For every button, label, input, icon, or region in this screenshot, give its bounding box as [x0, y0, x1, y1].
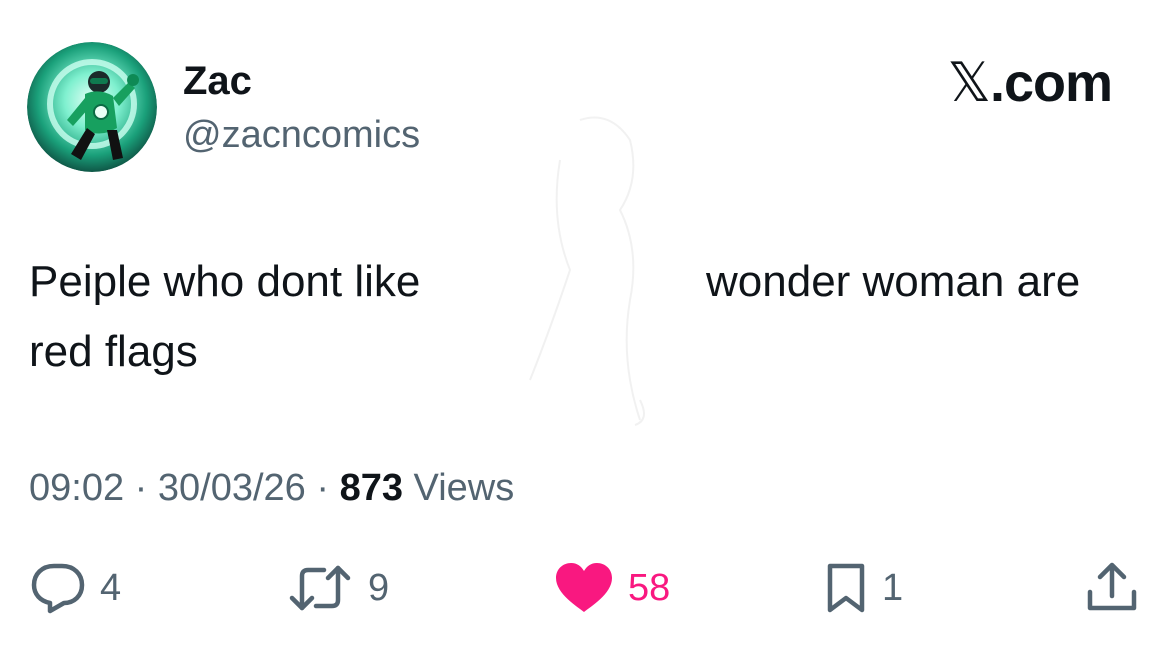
bookmark-button[interactable]: 1 — [824, 562, 903, 614]
brand-logo: 𝕏.com — [947, 51, 1113, 114]
avatar-image — [27, 42, 157, 172]
x-logo-icon: 𝕏 — [947, 51, 991, 114]
bookmark-icon — [827, 563, 865, 613]
like-button[interactable]: 58 — [554, 562, 670, 614]
views-label: Views — [402, 467, 515, 509]
meta-separator: · — [124, 467, 158, 509]
share-icon — [1087, 562, 1137, 611]
brand-domain: .com — [989, 53, 1113, 113]
tweet-time[interactable]: 09:02 — [29, 467, 124, 509]
display-name[interactable]: Zac — [183, 58, 252, 104]
sticker-ghost-image — [529, 116, 645, 426]
views-count: 873 — [339, 467, 403, 509]
tweet-text-line-1-end: wonder woman are — [706, 257, 1081, 306]
repost-count: 9 — [368, 567, 390, 609]
tweet-text-line-1-start: Peiple who dont like — [29, 257, 421, 306]
meta-separator: · — [305, 467, 340, 509]
avatar[interactable] — [27, 42, 157, 172]
reply-count: 4 — [100, 567, 122, 609]
tweet-date[interactable]: 30/03/26 — [158, 467, 306, 509]
reply-button[interactable]: 4 — [30, 562, 121, 614]
repost-icon — [289, 565, 351, 611]
repost-button[interactable]: 9 — [286, 562, 389, 614]
user-handle[interactable]: @zacncomics — [183, 113, 420, 157]
heart-icon — [556, 563, 612, 612]
reply-icon — [31, 563, 85, 614]
tweet-text-line-2: red flags — [29, 327, 198, 376]
like-count: 58 — [628, 567, 671, 609]
tweet-meta: 09:02 · 30/03/26 · 873 Views — [29, 465, 514, 511]
bookmark-count: 1 — [882, 567, 904, 609]
share-button[interactable] — [1084, 562, 1140, 614]
